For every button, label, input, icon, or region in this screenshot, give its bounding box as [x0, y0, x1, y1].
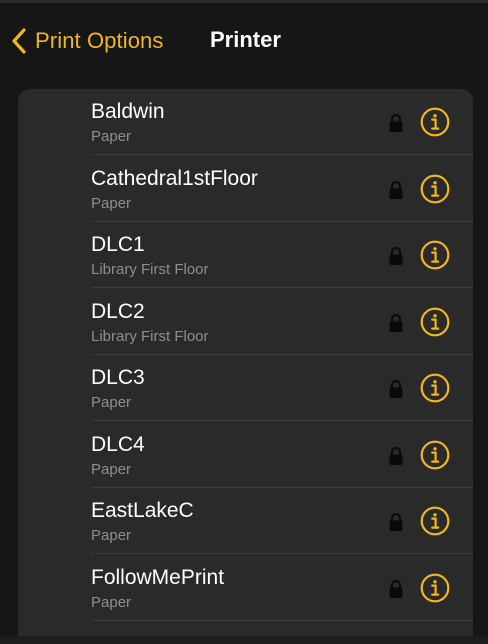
info-icon[interactable]: [420, 440, 450, 470]
printer-row[interactable]: DLC2 Library First Floor: [18, 289, 473, 355]
printer-name: FollowMePrint: [91, 565, 225, 589]
printer-subtitle: Paper: [91, 460, 132, 478]
lock-icon: [388, 579, 404, 599]
printer-name: DLC4: [91, 432, 145, 456]
info-icon[interactable]: [420, 107, 450, 137]
printer-row[interactable]: DLC3 Paper: [18, 355, 473, 421]
printer-subtitle: Paper: [91, 527, 132, 544]
printer-subtitle: Library First Floor: [91, 261, 209, 278]
printer-name: DLC3: [91, 366, 145, 389]
printer-subtitle: Library First Floor: [91, 327, 209, 345]
printer-row[interactable]: Cathedral1stFloor Paper: [18, 156, 473, 222]
printer-row[interactable]: FollowMePrint Paper: [18, 555, 473, 621]
printer-subtitle: Paper: [91, 394, 132, 411]
lock-icon: [388, 113, 404, 133]
printer-row[interactable]: Baldwin Paper: [18, 89, 473, 155]
info-icon[interactable]: [420, 174, 450, 204]
navigation-bar: Print Options Printer: [0, 0, 488, 82]
printer-name: Cathedral1stFloor: [91, 166, 258, 190]
info-icon[interactable]: [420, 506, 450, 536]
info-icon[interactable]: [420, 240, 450, 270]
lock-icon: [388, 246, 404, 266]
back-label: Print Options: [35, 28, 164, 53]
row-divider: [91, 619, 473, 621]
printer-row[interactable]: DLC1 Library First Floor: [18, 222, 473, 288]
printer-name: Baldwin: [91, 100, 165, 123]
info-icon[interactable]: [420, 307, 450, 337]
info-icon[interactable]: [420, 373, 450, 403]
printer-subtitle: Paper: [91, 194, 132, 212]
info-icon[interactable]: [420, 573, 450, 603]
printer-name: DLC1: [91, 233, 145, 256]
bottom-edge: [0, 636, 488, 644]
printer-row[interactable]: DLC4 Paper: [18, 422, 473, 488]
printer-screen: Print Options Printer Baldwin Paper Cath…: [0, 0, 488, 644]
lock-icon: [388, 512, 404, 532]
lock-icon: [388, 446, 404, 466]
printer-subtitle: Paper: [91, 593, 132, 611]
page-title: Printer: [210, 27, 281, 52]
printer-list: Baldwin Paper Cathedral1stFloor Paper DL…: [18, 89, 473, 644]
printer-name: EastLakeC: [91, 499, 194, 522]
printer-subtitle: Paper: [91, 128, 132, 145]
printer-row[interactable]: EastLakeC Paper: [18, 488, 473, 554]
lock-icon: [388, 313, 404, 333]
lock-icon: [388, 379, 404, 399]
chevron-left-icon: [8, 26, 30, 56]
lock-icon: [388, 180, 404, 200]
back-button[interactable]: Print Options: [8, 24, 163, 58]
printer-name: DLC2: [91, 299, 145, 323]
